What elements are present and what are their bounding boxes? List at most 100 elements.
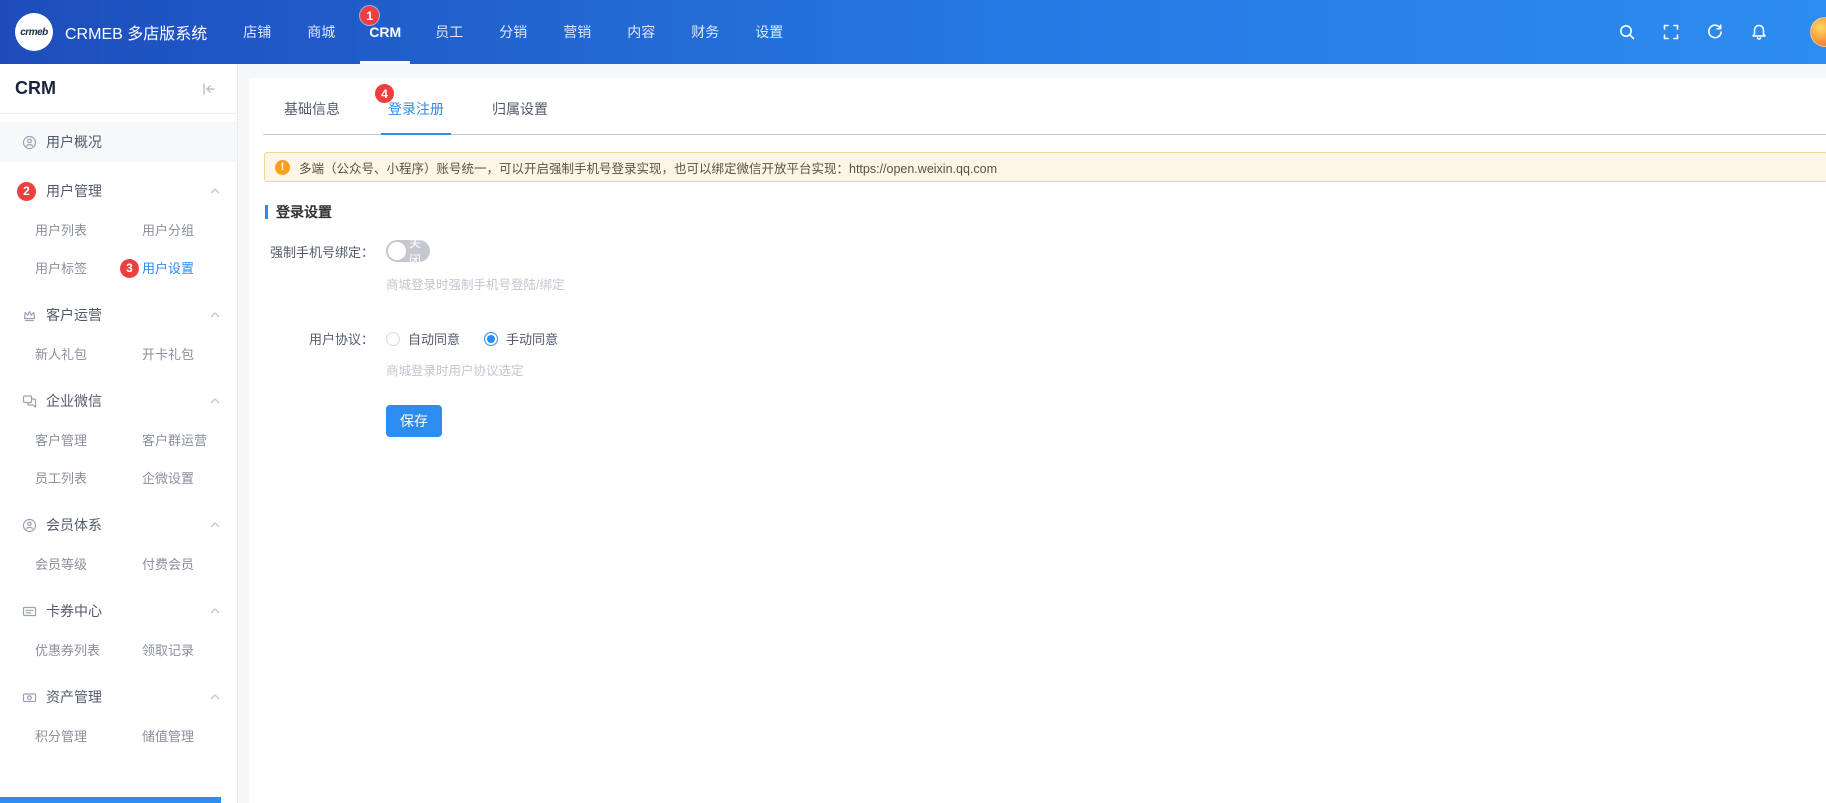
sidebar-group-label: 企业微信	[46, 391, 102, 411]
search-icon[interactable]	[1618, 23, 1636, 41]
tab-basic-info[interactable]: 基础信息	[284, 99, 340, 134]
settings-tabs: 基础信息 4 登录注册 归属设置	[263, 78, 1826, 135]
sidebar-item-wework-settings[interactable]: 企微设置	[142, 458, 237, 496]
user-overview-icon	[22, 135, 37, 150]
main-content: 基础信息 4 登录注册 归属设置 ! 多端（公众号、小程序）账号统一，可以开启强…	[249, 78, 1826, 803]
phone-binding-row: 强制手机号绑定： 关闭	[249, 240, 1826, 262]
sidebar-item-staff-list[interactable]: 员工列表	[35, 458, 142, 496]
sidebar-group-customer-operations: 客户运营 新人礼包 开卡礼包	[0, 296, 237, 372]
sidebar-item-paid-members[interactable]: 付费会员	[142, 544, 237, 582]
sidebar-item-stored-value-management[interactable]: 储值管理	[142, 716, 237, 754]
radio-auto-agree[interactable]: 自动同意	[386, 329, 460, 348]
chevron-up-icon	[209, 309, 221, 321]
sidebar-item-user-settings[interactable]: 3 用户设置	[142, 248, 237, 286]
sidebar-group-header-customer-operations[interactable]: 客户运营	[0, 296, 237, 334]
warning-icon: !	[275, 160, 290, 175]
sidebar-item-claim-records[interactable]: 领取记录	[142, 630, 237, 668]
alert-text: 多端（公众号、小程序）账号统一，可以开启强制手机号登录实现，也可以绑定微信开放平…	[299, 158, 997, 177]
user-management-icon: 2	[22, 184, 37, 199]
tab-label: 登录注册	[388, 101, 444, 117]
sidebar-group-label: 客户运营	[46, 305, 102, 325]
user-avatar[interactable]	[1810, 17, 1826, 47]
sidebar-item-label: 用户设置	[142, 261, 194, 276]
sidebar-group-children: 新人礼包 开卡礼包	[0, 334, 237, 372]
nav-item-content[interactable]: 内容	[609, 0, 673, 64]
sidebar-item-coupon-list[interactable]: 优惠券列表	[35, 630, 142, 668]
sidebar-group-header-user-management[interactable]: 2 用户管理	[0, 172, 237, 210]
sidebar-group-children: 积分管理 储值管理	[0, 716, 237, 754]
tab-attribution-settings[interactable]: 归属设置	[492, 99, 548, 134]
sidebar-item-points-management[interactable]: 积分管理	[35, 716, 142, 754]
nav-item-mall[interactable]: 商城	[289, 0, 353, 64]
toggle-knob	[388, 242, 406, 260]
sidebar-item-member-levels[interactable]: 会员等级	[35, 544, 142, 582]
sidebar-group-header-membership[interactable]: 会员体系	[0, 506, 237, 544]
chevron-up-icon	[209, 395, 221, 407]
sidebar-group-label: 卡券中心	[46, 601, 102, 621]
refresh-icon[interactable]	[1706, 23, 1724, 41]
sidebar-item-label: 用户概况	[46, 132, 102, 152]
member-icon	[22, 518, 37, 533]
brand: crmeb CRMEB 多店版系统	[15, 13, 207, 51]
chevron-up-icon	[209, 519, 221, 531]
phone-binding-toggle[interactable]: 关闭	[386, 240, 430, 262]
nav-item-crm-label: CRM	[369, 24, 401, 40]
agreement-row: 用户协议： 自动同意 手动同意	[249, 329, 1826, 348]
coupon-icon	[22, 604, 37, 619]
chevron-up-icon	[209, 185, 221, 197]
nav-item-finance[interactable]: 财务	[673, 0, 737, 64]
radio-circle	[386, 332, 400, 346]
sidebar-item-newcomer-gift[interactable]: 新人礼包	[35, 334, 142, 372]
logo-text: crmeb	[20, 27, 48, 38]
sidebar-group-header-asset-management[interactable]: 资产管理	[0, 678, 237, 716]
wechat-work-icon	[22, 394, 37, 409]
sidebar-group-coupon-center: 卡券中心 优惠券列表 领取记录	[0, 592, 237, 668]
bell-icon[interactable]	[1750, 23, 1768, 41]
sidebar: CRM 用户概况 2 用户管理 用户列表 用户分	[0, 64, 238, 803]
nav-item-shop[interactable]: 店铺	[225, 0, 289, 64]
sidebar-group-label: 会员体系	[46, 515, 102, 535]
main-nav: 店铺 商城 1 CRM 员工 分销 营销 内容 财务 设置	[225, 0, 801, 64]
save-button[interactable]: 保存	[386, 405, 442, 437]
top-navbar: crmeb CRMEB 多店版系统 店铺 商城 1 CRM 员工 分销 营销 内…	[0, 0, 1826, 64]
radio-manual-agree[interactable]: 手动同意	[484, 329, 558, 348]
sidebar-group-membership: 会员体系 会员等级 付费会员	[0, 506, 237, 582]
collapse-sidebar-icon[interactable]	[201, 81, 217, 97]
sidebar-item-user-list[interactable]: 用户列表	[35, 210, 142, 248]
step-badge-3: 3	[120, 259, 139, 278]
login-settings-form: 强制手机号绑定： 关闭 商城登录时强制手机号登陆/绑定 用户协议： 自动同意 手…	[249, 240, 1826, 437]
horizontal-scrollbar-thumb[interactable]	[0, 797, 221, 803]
sidebar-group-header-coupon-center[interactable]: 卡券中心	[0, 592, 237, 630]
sidebar-group-children: 优惠券列表 领取记录	[0, 630, 237, 668]
sidebar-group-label: 资产管理	[46, 687, 102, 707]
agreement-helper: 商城登录时用户协议选定	[386, 360, 1826, 379]
tab-login-register[interactable]: 4 登录注册	[388, 99, 444, 134]
nav-item-staff[interactable]: 员工	[417, 0, 481, 64]
app-title: CRMEB 多店版系统	[65, 20, 207, 44]
sidebar-group-header-wechat-work[interactable]: 企业微信	[0, 382, 237, 420]
sidebar-menu: 用户概况 2 用户管理 用户列表 用户分组 用户标签 3 用	[0, 114, 237, 754]
nav-item-marketing[interactable]: 营销	[545, 0, 609, 64]
section-title-bar	[265, 205, 268, 219]
crmeb-logo: crmeb	[15, 13, 53, 51]
sidebar-item-user-overview[interactable]: 用户概况	[0, 122, 237, 162]
sidebar-group-wechat-work: 企业微信 客户管理 客户群运营 员工列表 企微设置	[0, 382, 237, 496]
phone-binding-helper: 商城登录时强制手机号登陆/绑定	[386, 274, 1826, 293]
sidebar-item-customer-group-operations[interactable]: 客户群运营	[142, 420, 237, 458]
sidebar-item-user-groups[interactable]: 用户分组	[142, 210, 237, 248]
sidebar-group-children: 用户列表 用户分组 用户标签 3 用户设置	[0, 210, 237, 286]
sidebar-item-customer-management[interactable]: 客户管理	[35, 420, 142, 458]
chevron-up-icon	[209, 691, 221, 703]
sidebar-item-card-opening-gift[interactable]: 开卡礼包	[142, 334, 237, 372]
alert-banner: ! 多端（公众号、小程序）账号统一，可以开启强制手机号登录实现，也可以绑定微信开…	[264, 152, 1826, 182]
chevron-up-icon	[209, 605, 221, 617]
section-title-login-settings: 登录设置	[265, 202, 1826, 222]
nav-item-crm[interactable]: 1 CRM	[353, 0, 417, 64]
sidebar-group-children: 客户管理 客户群运营 员工列表 企微设置	[0, 420, 237, 496]
step-badge-1: 1	[360, 6, 379, 25]
nav-item-distribution[interactable]: 分销	[481, 0, 545, 64]
fullscreen-icon[interactable]	[1662, 23, 1680, 41]
agreement-label: 用户协议：	[264, 329, 374, 348]
step-badge-4: 4	[375, 84, 394, 103]
nav-item-settings[interactable]: 设置	[737, 0, 801, 64]
